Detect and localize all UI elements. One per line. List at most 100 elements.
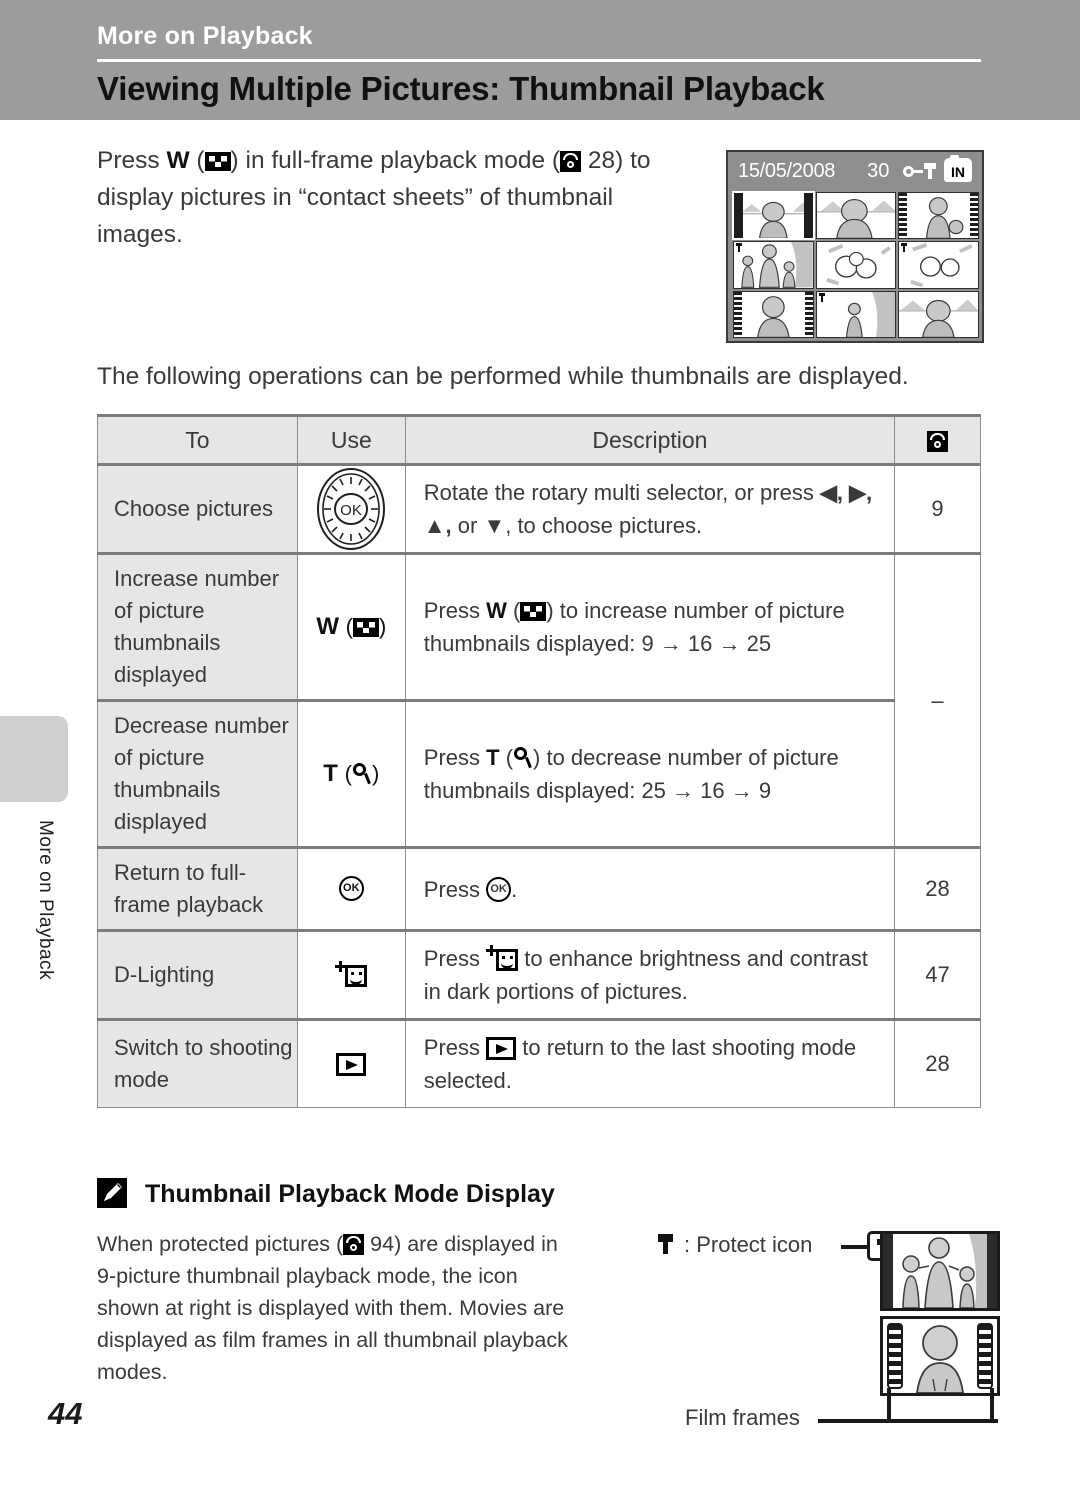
thumbnail-cell	[815, 192, 897, 240]
row-description: Rotate the rotary multi selector, or pre…	[404, 464, 896, 554]
row-action-label: Return to full-frame playback	[97, 846, 298, 931]
row-action-label: D-Lighting	[97, 929, 298, 1020]
desc-text: Press	[423, 946, 487, 971]
header-divider	[97, 59, 981, 62]
thumbnail-photo-flowers	[899, 242, 978, 288]
thumbnail-photo	[816, 291, 896, 337]
header-page-reference	[894, 414, 981, 466]
desc-text: Rotate the rotary multi selector, or pre…	[423, 480, 820, 505]
row-page-reference: 47	[894, 929, 981, 1020]
table-row: Choose pictures OK Rotate the rotary mul…	[97, 464, 981, 554]
thumbnail-cell	[898, 290, 979, 338]
camera-lcd-illustration: 15/05/2008 30 IN	[726, 150, 984, 343]
table-header-row: To Use Description	[97, 414, 981, 466]
intro-paragraph: Press W ( ) in full-frame playback mode (…	[97, 142, 677, 253]
thumbnail-photo	[816, 193, 896, 239]
thumbnail-cell-protected	[898, 241, 979, 289]
protect-icon	[658, 1234, 673, 1254]
svg-text:OK: OK	[340, 502, 362, 519]
leader-line	[818, 1419, 998, 1423]
lcd-status-bar: 15/05/2008 30 IN	[728, 152, 982, 190]
row-description: Press W () to increase number of picture…	[404, 552, 896, 701]
row-page-reference: 28	[894, 1018, 981, 1108]
desc-text-2: or ▼, to choose pictures.	[451, 513, 703, 538]
desc-text: Press	[423, 876, 487, 902]
thumbnail-display-figure: : Protect icon Film frames	[640, 1228, 1000, 1443]
protect-icon	[736, 243, 742, 253]
w-button-letter: W	[486, 598, 507, 623]
row-control-icon	[296, 846, 406, 931]
playback-button-icon	[336, 1053, 367, 1076]
intro-text-3: ) in full-frame playback mode (	[230, 147, 561, 174]
page-ref-icon	[343, 1234, 365, 1255]
page-title: Viewing Multiple Pictures: Thumbnail Pla…	[97, 70, 825, 107]
row-page-reference: 9	[894, 464, 981, 554]
row-control-icon: OK	[296, 464, 406, 554]
d-lighting-icon	[335, 961, 368, 987]
w-button-letter: W	[316, 613, 339, 640]
row-action-label: Increase number of picture thumbnails di…	[97, 552, 298, 701]
table-row: Return to full-frame playback Press . 28	[97, 846, 981, 931]
row-action-label: Choose pictures	[97, 464, 298, 554]
page-ref-icon	[927, 430, 949, 452]
desc-text: Press	[423, 745, 487, 770]
row-action-label: Decrease number of picture thumbnails di…	[97, 699, 298, 848]
thumbnail-photo-movie	[899, 193, 978, 239]
figure-photo-protected	[880, 1231, 1000, 1311]
protect-icon	[818, 292, 825, 302]
row-description: Press T () to decrease number of picture…	[404, 699, 896, 848]
ok-button-icon	[338, 876, 364, 901]
thumbnail-cell	[732, 190, 815, 241]
thumbnail-photo-flowers	[816, 242, 896, 288]
magnifier-icon	[352, 762, 372, 786]
ok-button-icon	[486, 876, 512, 902]
magnifier-icon	[513, 746, 533, 770]
thumbnail-photo-movie	[734, 291, 813, 337]
desc-text-2: .	[511, 876, 518, 902]
row-action-label: Switch to shooting mode	[97, 1018, 298, 1108]
header-use: Use	[296, 414, 406, 466]
key-icon	[903, 165, 924, 177]
table-row: Increase number of picture thumbnails di…	[97, 552, 981, 848]
intro-text-1: Press	[97, 147, 167, 174]
row-page-reference: 28	[894, 846, 981, 931]
w-button-letter: W	[166, 147, 190, 174]
header-description: Description	[404, 414, 896, 466]
t-button-letter: T	[486, 745, 500, 770]
protect-icon-label: : Protect icon	[684, 1232, 813, 1257]
row-page-reference: –	[894, 552, 981, 848]
note-title: Thumbnail Playback Mode Display	[145, 1180, 555, 1208]
leader-line	[887, 1388, 891, 1420]
internal-memory-icon: IN	[944, 155, 972, 182]
chapter-label: More on Playback	[97, 22, 313, 50]
thumbnail-photo	[734, 242, 813, 288]
lcd-protect-indicator	[903, 163, 937, 179]
thumbnail-grid-icon	[352, 618, 379, 637]
row-control-icon: T ()	[296, 699, 406, 848]
film-frame-left	[887, 1323, 903, 1389]
t-button-letter: T	[323, 760, 338, 787]
page-ref-icon	[560, 151, 582, 172]
rotary-multi-selector-dial-icon: OK	[317, 468, 386, 550]
desc-text: Press	[423, 598, 487, 623]
note-text-1: When protected pictures (	[97, 1232, 344, 1256]
thumbnail-cell	[815, 241, 897, 289]
row-control-icon: W ()	[296, 552, 406, 701]
page-number: 44	[48, 1396, 83, 1431]
lcd-frame-count: 30	[867, 159, 890, 182]
side-tab-label: More on Playback	[35, 820, 56, 981]
table-row: D-Lighting Press to enhance brightness a…	[97, 929, 981, 1020]
lead-sentence: The following operations can be performe…	[97, 363, 909, 390]
row-description: Press to enhance brightness and contrast…	[404, 929, 896, 1020]
intro-text-2: (	[189, 147, 205, 174]
film-frame-right	[977, 1323, 993, 1389]
leader-line	[841, 1245, 869, 1249]
desc-text: Press	[423, 1035, 487, 1060]
intro-page-ref: 28	[587, 147, 616, 174]
thumbnail-cell	[898, 192, 979, 240]
thumbnail-photo	[734, 193, 813, 239]
row-description: Press .	[404, 846, 896, 931]
thumbnail-cell	[733, 290, 814, 338]
d-lighting-icon	[486, 945, 519, 971]
lcd-date: 15/05/2008	[738, 159, 836, 182]
